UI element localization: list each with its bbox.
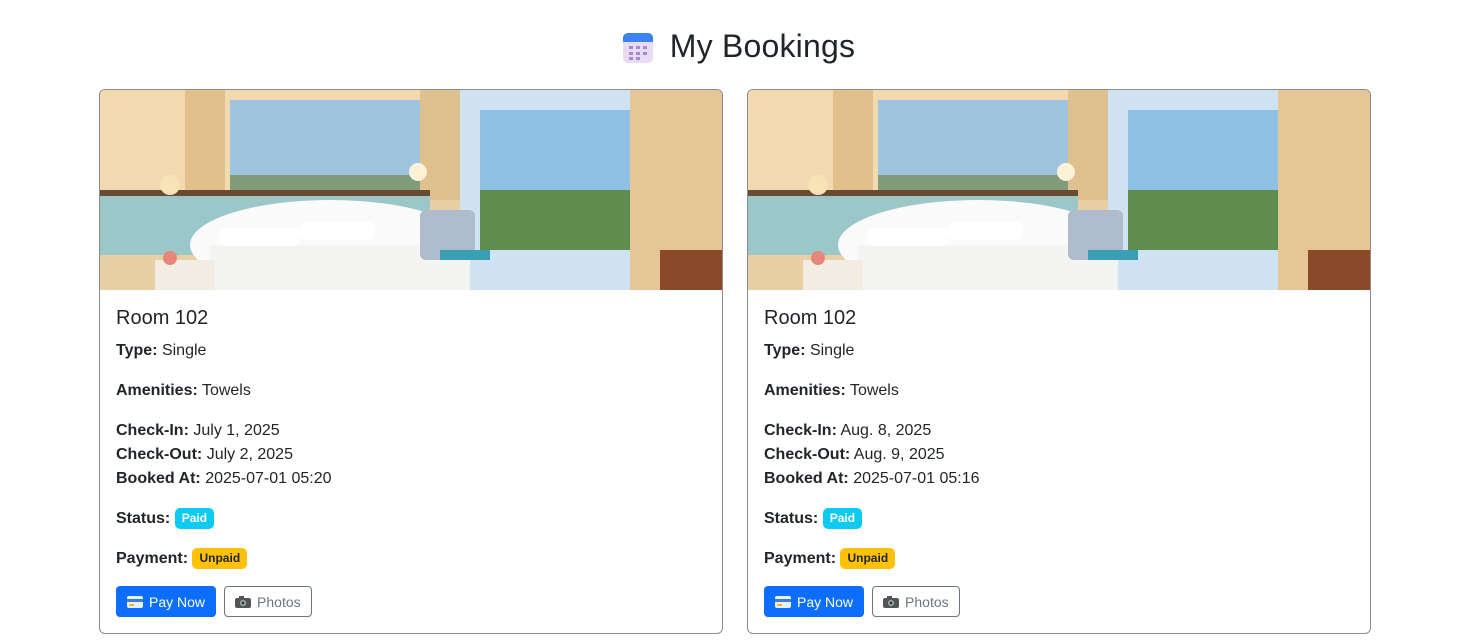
payment-badge: Unpaid bbox=[192, 548, 248, 569]
camera-icon bbox=[235, 595, 252, 608]
credit-card-icon bbox=[127, 595, 143, 608]
amenities: Amenities: Towels bbox=[764, 382, 899, 399]
status-badge: Paid bbox=[822, 508, 863, 529]
check-in: Check-In: Aug. 8, 2025 bbox=[764, 422, 932, 439]
status: Status: Paid bbox=[116, 507, 706, 531]
room-type: Type: Single bbox=[764, 342, 855, 359]
booking-card: Room 102 Type: Single Amenities: Towels … bbox=[747, 89, 1371, 634]
check-out: Check-Out: Aug. 9, 2025 bbox=[764, 446, 945, 463]
photos-button[interactable]: Photos bbox=[224, 586, 312, 617]
booking-card: Room 102 Type: Single Amenities: Towels … bbox=[99, 89, 723, 634]
page-title: My Bookings bbox=[669, 28, 856, 64]
room-title: Room 102 bbox=[116, 307, 209, 329]
card-actions: Pay Now Photos bbox=[764, 586, 1354, 617]
room-photo bbox=[748, 90, 1370, 290]
amenities: Amenities: Towels bbox=[116, 382, 251, 399]
card-actions: Pay Now Photos bbox=[116, 586, 706, 617]
check-in: Check-In: July 1, 2025 bbox=[116, 422, 280, 439]
payment-badge: Unpaid bbox=[840, 548, 896, 569]
room-photo bbox=[100, 90, 722, 290]
credit-card-icon bbox=[775, 595, 791, 608]
page-header: My Bookings bbox=[0, 28, 1477, 65]
camera-icon bbox=[883, 595, 900, 608]
pay-now-button[interactable]: Pay Now bbox=[116, 586, 217, 617]
check-out: Check-Out: July 2, 2025 bbox=[116, 446, 293, 463]
payment: Payment: Unpaid bbox=[764, 547, 1354, 571]
booked-at: Booked At: 2025-07-01 05:20 bbox=[116, 470, 332, 487]
status-badge: Paid bbox=[174, 508, 215, 529]
status: Status: Paid bbox=[764, 507, 1354, 531]
photos-button[interactable]: Photos bbox=[872, 586, 960, 617]
pay-now-button[interactable]: Pay Now bbox=[764, 586, 865, 617]
payment: Payment: Unpaid bbox=[116, 547, 706, 571]
calendar-icon bbox=[622, 32, 653, 63]
room-type: Type: Single bbox=[116, 342, 207, 359]
room-title: Room 102 bbox=[764, 307, 857, 329]
booked-at: Booked At: 2025-07-01 05:16 bbox=[764, 470, 980, 487]
